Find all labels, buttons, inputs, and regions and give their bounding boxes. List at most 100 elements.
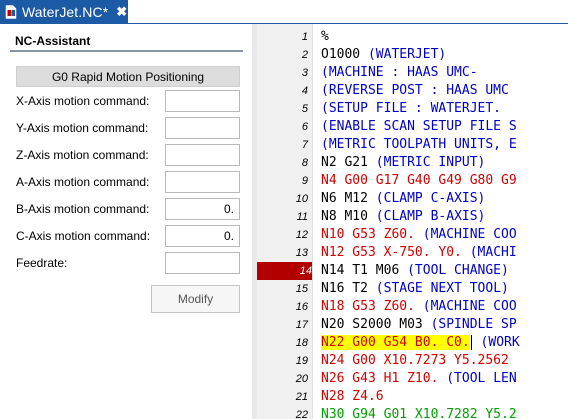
code-segment: (CLAMP B-AXIS) xyxy=(375,209,486,224)
code-text: N10 G53 Z60. (MACHINE COO xyxy=(321,226,517,244)
z-axis-input[interactable] xyxy=(165,144,240,166)
code-segment: N4 G00 G17 G40 G49 G80 G9 xyxy=(321,173,517,188)
close-icon[interactable]: ✖ xyxy=(116,5,127,18)
line-number[interactable]: 20 xyxy=(257,370,308,388)
line-number[interactable]: 19 xyxy=(257,352,308,370)
text-cursor xyxy=(470,335,472,350)
line-number[interactable]: 1 xyxy=(257,28,308,46)
line-number[interactable]: 4 xyxy=(257,82,308,100)
line-number[interactable]: 2 xyxy=(257,46,308,64)
code-line[interactable]: 3 (MACHINE : HAAS UMC- xyxy=(257,64,568,82)
line-number[interactable]: 21 xyxy=(257,388,308,406)
code-text: N4 G00 G17 G40 G49 G80 G9 xyxy=(321,172,517,190)
code-text: (SETUP FILE : WATERJET. xyxy=(321,100,501,118)
code-line[interactable]: 10 N6 M12 (CLAMP C-AXIS) xyxy=(257,190,568,208)
code-line[interactable]: 4 (REVERSE POST : HAAS UMC xyxy=(257,82,568,100)
c-axis-input[interactable]: 0. xyxy=(165,225,240,247)
code-segment: (MACHINE COO xyxy=(422,299,517,314)
code-line[interactable]: 5 (SETUP FILE : WATERJET. xyxy=(257,100,568,118)
nc-file-icon xyxy=(5,4,17,19)
line-number[interactable]: 5 xyxy=(257,100,308,118)
panel-header: NC-Assistant xyxy=(10,34,243,52)
code-line[interactable]: 6 (ENABLE SCAN SETUP FILE S xyxy=(257,118,568,136)
code-line[interactable]: 22 N30 G94 G01 X10.7282 Y5.2 xyxy=(257,406,568,419)
code-line[interactable]: 16 N18 G53 Z60. (MACHINE COO xyxy=(257,298,568,316)
line-number[interactable]: 3 xyxy=(257,64,308,82)
y-axis-field-row: Y-Axis motion command: xyxy=(16,117,240,139)
a-axis-field-row: A-Axis motion command: xyxy=(16,171,240,193)
code-segment: (MACHINE COO xyxy=(422,227,517,242)
line-number[interactable]: 7 xyxy=(257,136,308,154)
code-segment: N2 G21 xyxy=(321,155,376,170)
feedrate-input[interactable] xyxy=(165,252,240,274)
code-segment: (SETUP FILE : WATERJET. xyxy=(321,101,502,116)
code-segment: (TOOL CHANGE) xyxy=(407,263,509,278)
code-segment: N18 G53 Z60. xyxy=(321,299,423,314)
line-number[interactable]: 18 xyxy=(257,334,308,352)
code-line[interactable]: 13 N12 G53 X-750. Y0. (MACHI xyxy=(257,244,568,262)
line-number[interactable]: 11 xyxy=(257,208,308,226)
line-number[interactable]: 22 xyxy=(257,406,308,419)
line-number[interactable]: 8 xyxy=(257,154,308,172)
code-line[interactable]: 20 N26 G43 H1 Z10. (TOOL LEN xyxy=(257,370,568,388)
a-axis-input[interactable] xyxy=(165,171,240,193)
code-text: N30 G94 G01 X10.7282 Y5.2 xyxy=(321,406,517,419)
code-line[interactable]: 14 N14 T1 M06 (TOOL CHANGE) xyxy=(257,262,568,280)
line-number[interactable]: 6 xyxy=(257,118,308,136)
code-segment: N10 G53 Z60. xyxy=(321,227,423,242)
code-segment: % xyxy=(321,29,329,44)
b-axis-input[interactable]: 0. xyxy=(165,198,240,220)
line-number[interactable]: 10 xyxy=(257,190,308,208)
code-segment: (ENABLE SCAN SETUP FILE S xyxy=(321,119,517,134)
tab-strip: WaterJet.NC* ✖ xyxy=(0,0,568,24)
code-text: (ENABLE SCAN SETUP FILE S xyxy=(321,118,517,136)
code-text: N24 G00 X10.7273 Y5.2562 xyxy=(321,352,509,370)
code-line[interactable]: 2 O1000 (WATERJET) xyxy=(257,46,568,64)
code-segment: N20 S2000 M03 xyxy=(321,317,431,332)
code-line[interactable]: 7 (METRIC TOOLPATH UNITS, E xyxy=(257,136,568,154)
code-line[interactable]: 1% xyxy=(257,28,568,46)
code-line[interactable]: 21 N28 Z4.6 xyxy=(257,388,568,406)
code-line[interactable]: 19 N24 G00 X10.7273 Y5.2562 xyxy=(257,352,568,370)
feedrate-field-label: Feedrate: xyxy=(16,256,68,270)
line-number[interactable]: 9 xyxy=(257,172,308,190)
code-text: (MACHINE : HAAS UMC- xyxy=(321,64,478,82)
line-number[interactable]: 16 xyxy=(257,298,308,316)
nc-assistant-panel: NC-Assistant G0 Rapid Motion Positioning… xyxy=(0,24,252,419)
code-segment: (SPINDLE SP xyxy=(430,317,517,332)
code-line[interactable]: 9 N4 G00 G17 G40 G49 G80 G9 xyxy=(257,172,568,190)
code-segment: (METRIC INPUT) xyxy=(375,155,486,170)
code-line[interactable]: 11 N8 M10 (CLAMP B-AXIS) xyxy=(257,208,568,226)
code-segment: (METRIC TOOLPATH UNITS, E xyxy=(321,137,517,152)
code-segment: (CLAMP C-AXIS) xyxy=(375,191,486,206)
tab-title: WaterJet.NC* xyxy=(22,3,109,20)
code-text: (REVERSE POST : HAAS UMC xyxy=(321,82,509,100)
x-axis-input[interactable] xyxy=(165,90,240,112)
motion-type-button[interactable]: G0 Rapid Motion Positioning xyxy=(16,66,240,87)
feedrate-field-row: Feedrate: xyxy=(16,252,240,274)
code-segment: N30 G94 G01 X10.7282 Y5.2 xyxy=(321,407,517,419)
modify-button[interactable]: Modify xyxy=(151,285,240,313)
line-number[interactable]: 13 xyxy=(257,244,308,262)
code-text: N26 G43 H1 Z10. (TOOL LEN xyxy=(321,370,517,388)
z-axis-field-row: Z-Axis motion command: xyxy=(16,144,240,166)
tab-waterjet-nc[interactable]: WaterJet.NC* ✖ xyxy=(0,0,128,23)
code-text: N2 G21 (METRIC INPUT) xyxy=(321,154,485,172)
breakpoint-line-number[interactable]: 14 xyxy=(257,262,312,280)
code-segment: (REVERSE POST : HAAS UMC xyxy=(321,83,509,98)
code-segment: N6 M12 xyxy=(321,191,376,206)
line-number[interactable]: 17 xyxy=(257,316,308,334)
code-editor[interactable]: 1% 2 O1000 (WATERJET) 3 (MACHINE : HAAS UMC-… xyxy=(257,24,568,419)
line-number[interactable]: 12 xyxy=(257,226,308,244)
code-line[interactable]: 17 N20 S2000 M03 (SPINDLE SP xyxy=(257,316,568,334)
line-number[interactable]: 15 xyxy=(257,280,308,298)
code-line[interactable]: 18 N22 G00 G54 B0. C0. (WORK xyxy=(257,334,568,352)
code-segment: (STAGE NEXT TOOL) xyxy=(375,281,509,296)
code-line[interactable]: 12 N10 G53 Z60. (MACHINE COO xyxy=(257,226,568,244)
code-segment: N26 G43 H1 Z10. xyxy=(321,371,447,386)
code-line[interactable]: 8 N2 G21 (METRIC INPUT) xyxy=(257,154,568,172)
code-segment: (MACHINE : HAAS UMC- xyxy=(321,65,478,80)
code-segment: N28 Z4.6 xyxy=(321,389,384,404)
y-axis-input[interactable] xyxy=(165,117,240,139)
code-line[interactable]: 15 N16 T2 (STAGE NEXT TOOL) xyxy=(257,280,568,298)
